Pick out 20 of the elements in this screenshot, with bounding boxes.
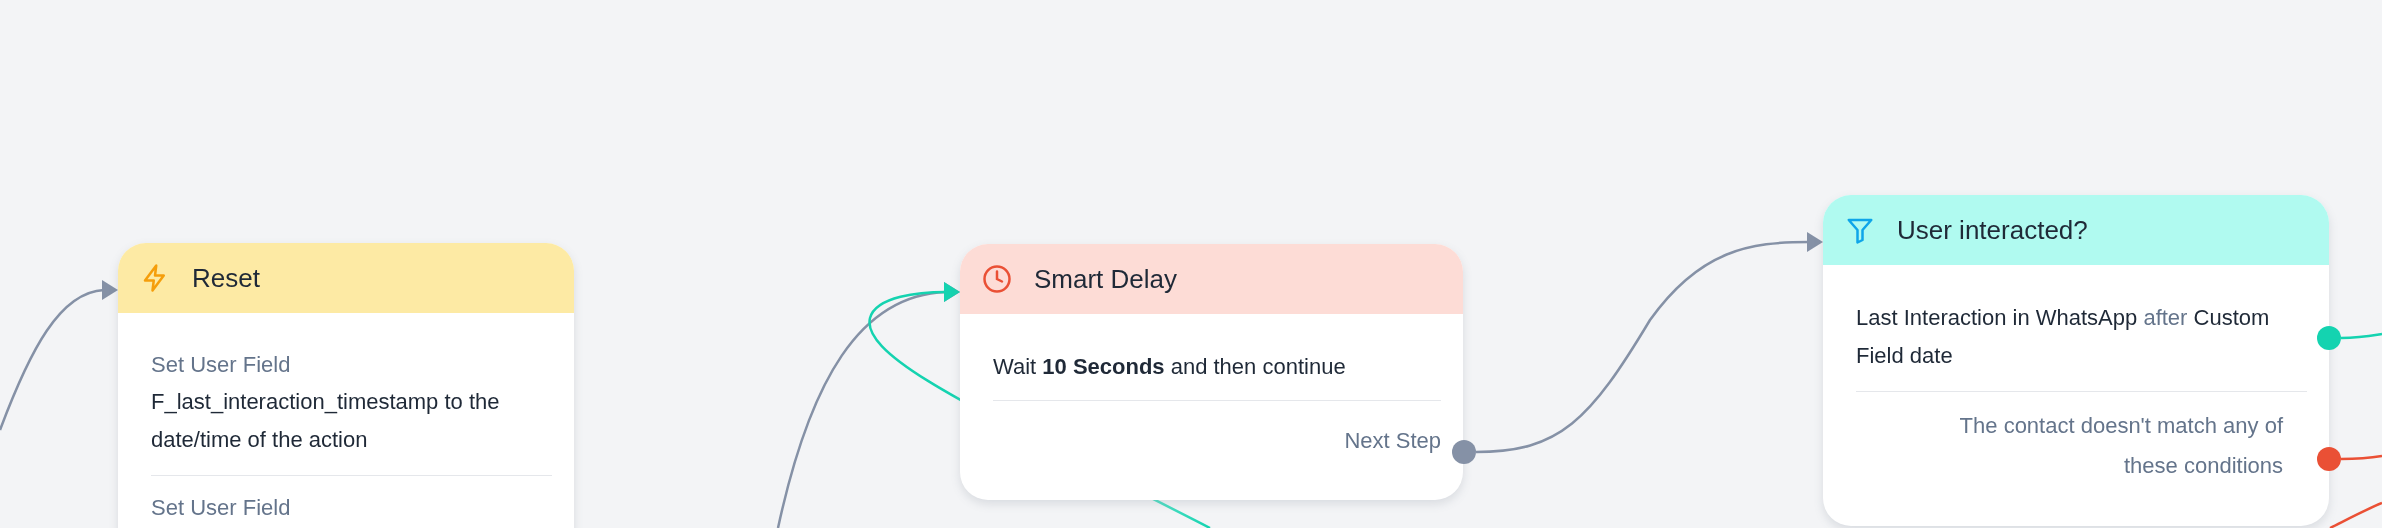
step-text: F_last_interaction_timestamp to the date/time of the action — [151, 388, 501, 454]
node-title: Smart Delay — [1034, 263, 1178, 295]
flow-node[interactable]: Smart Delay Wait 10 Seconds and then continue Next Step — [960, 244, 1463, 500]
delay-text: Wait 10 Seconds and then continue — [993, 353, 1347, 381]
output-port[interactable] — [1452, 440, 1476, 464]
condition-text: Last Interaction in WhatsApp after Custom Field date — [1856, 304, 2271, 370]
output-port[interactable] — [2317, 447, 2341, 471]
step-label: Set User Field — [151, 494, 292, 522]
node-title: Reset — [192, 262, 260, 294]
output-label: Next Step — [1344, 427, 1441, 455]
fallback-text: The contact doesn't match any of these conditions — [1958, 412, 2284, 480]
step-label: Set User Field — [151, 351, 292, 379]
node-title: User interacted? — [1897, 214, 2088, 246]
output-port[interactable] — [2317, 326, 2341, 350]
flow-node[interactable]: Reset Set User Field F_last_interaction_timestamp to the date/time of the action Set User Field — [118, 243, 574, 528]
connector-line — [2329, 501, 2382, 528]
flow-node[interactable]: User interacted? Last Interaction in WhatsApp after Custom Field date The contact doesn't match any of these conditions — [1823, 195, 2329, 526]
clock-icon — [982, 264, 1012, 294]
connector-line — [2341, 454, 2382, 461]
connector-line — [2341, 332, 2382, 340]
